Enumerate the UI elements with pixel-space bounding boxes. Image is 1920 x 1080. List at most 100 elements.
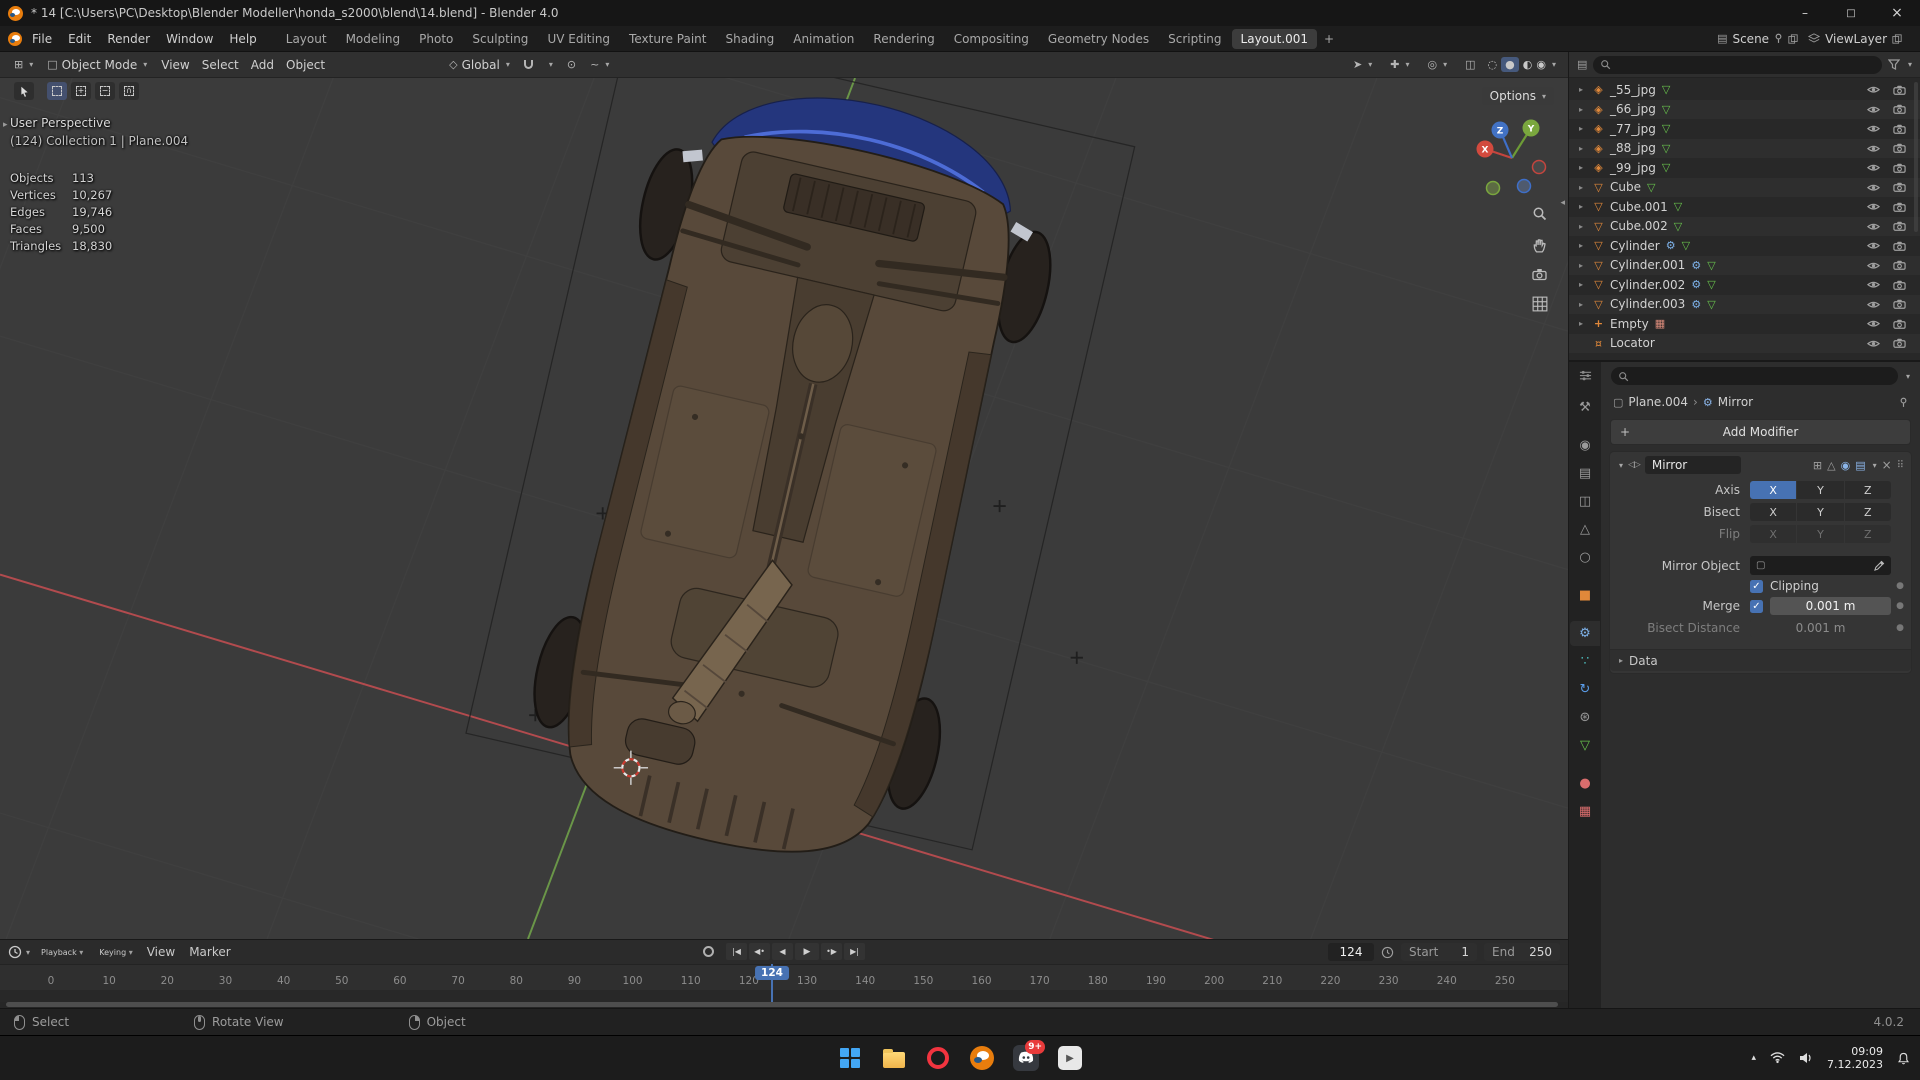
object-name[interactable]: Empty: [1610, 317, 1649, 331]
hide-in-viewport-eye-icon[interactable]: [1862, 85, 1884, 94]
bisect-y-button[interactable]: Y: [1797, 503, 1843, 521]
workspace-tab[interactable]: Geometry Nodes: [1039, 29, 1158, 49]
outliner-row[interactable]: _66_jpg: [1569, 100, 1920, 120]
menu-item[interactable]: Render: [99, 29, 158, 49]
pin-icon[interactable]: [1774, 33, 1783, 44]
flip-x-button[interactable]: X: [1750, 525, 1796, 543]
merge-threshold-field[interactable]: 0.001 m: [1770, 597, 1891, 615]
shading-solid-button[interactable]: ●: [1501, 57, 1519, 72]
overlays-dropdown[interactable]: ◎▾: [1422, 56, 1454, 73]
timeline-menu-item[interactable]: Marker: [182, 943, 237, 961]
properties-tab[interactable]: [1570, 649, 1600, 674]
timeline-menu-item[interactable]: Playback: [34, 946, 90, 959]
options-dropdown[interactable]: Options▾: [1482, 87, 1554, 105]
select-mode-new-button[interactable]: [47, 82, 67, 100]
timeline-editor-icon[interactable]: [8, 945, 22, 959]
sidebar-expand-arrow[interactable]: ◂: [1560, 198, 1565, 208]
disable-in-render-camera-icon[interactable]: [1888, 85, 1910, 95]
outliner-row[interactable]: _99_jpg: [1569, 158, 1920, 178]
xray-toggle[interactable]: ◫: [1459, 56, 1481, 73]
object-name[interactable]: _77_jpg: [1610, 122, 1656, 136]
hide-in-viewport-eye-icon[interactable]: [1862, 144, 1884, 153]
properties-tab[interactable]: [1570, 621, 1600, 646]
close-button[interactable]: ×: [1874, 0, 1920, 26]
bisect-distance-field[interactable]: 0.001 m: [1750, 619, 1891, 637]
timeline-track[interactable]: [0, 990, 1568, 1002]
properties-tab[interactable]: [1570, 517, 1600, 542]
modifier-name-field[interactable]: Mirror: [1645, 456, 1741, 474]
blender-app-button[interactable]: [968, 1044, 996, 1072]
new-scene-icon[interactable]: [1788, 34, 1798, 44]
hide-in-viewport-eye-icon[interactable]: [1862, 183, 1884, 192]
object-name[interactable]: Cylinder.001: [1610, 258, 1685, 272]
outliner-scrollbar[interactable]: [1914, 82, 1918, 232]
expand-arrow-icon[interactable]: [1575, 202, 1587, 211]
toolbar-expand-arrow[interactable]: ▸: [3, 120, 8, 130]
play-reverse-button[interactable]: ◀: [772, 943, 793, 960]
disable-in-render-camera-icon[interactable]: [1888, 143, 1910, 153]
disable-in-render-camera-icon[interactable]: [1888, 104, 1910, 114]
properties-tab[interactable]: [1570, 799, 1600, 824]
outliner-filter-dropdown[interactable]: ▾: [1908, 60, 1912, 69]
gizmos-dropdown[interactable]: ✚▾: [1384, 56, 1415, 73]
object-name[interactable]: _99_jpg: [1610, 161, 1656, 175]
breadcrumb-object[interactable]: Plane.004: [1628, 395, 1688, 409]
expand-arrow-icon[interactable]: [1575, 105, 1587, 114]
tweak-tool-button[interactable]: [14, 82, 34, 100]
hide-in-viewport-eye-icon[interactable]: [1862, 163, 1884, 172]
car-model[interactable]: [455, 78, 1135, 899]
properties-tab[interactable]: [1570, 545, 1600, 570]
disable-in-render-camera-icon[interactable]: [1888, 280, 1910, 290]
animate-dot[interactable]: ●: [1896, 623, 1904, 633]
proportional-editing-toggle[interactable]: ⊙: [561, 56, 582, 73]
object-name[interactable]: _66_jpg: [1610, 102, 1656, 116]
timeline-editor-dropdown[interactable]: ▾: [26, 948, 30, 957]
notifications-bell-icon[interactable]: [1897, 1052, 1910, 1065]
properties-tab[interactable]: [1570, 461, 1600, 486]
animate-dot[interactable]: ●: [1896, 601, 1904, 611]
bisect-z-button[interactable]: Z: [1845, 503, 1891, 521]
file-explorer-button[interactable]: [880, 1044, 908, 1072]
drag-handle-icon[interactable]: ⠿: [1897, 460, 1904, 471]
add-modifier-button[interactable]: + Add Modifier: [1611, 420, 1910, 444]
outliner-row[interactable]: _88_jpg: [1569, 139, 1920, 159]
axis-y-button[interactable]: Y: [1797, 481, 1843, 499]
timeline-menu-item[interactable]: Keying: [92, 946, 139, 959]
jump-to-start-button[interactable]: |◀: [726, 943, 747, 960]
hide-in-viewport-eye-icon[interactable]: [1862, 124, 1884, 133]
viewlayer-selector[interactable]: ViewLayer: [1808, 32, 1902, 46]
workspace-tab[interactable]: Shading: [716, 29, 783, 49]
workspace-tab[interactable]: Layout.001: [1232, 29, 1318, 49]
object-name[interactable]: Cylinder.003: [1610, 297, 1685, 311]
hide-in-viewport-eye-icon[interactable]: [1862, 222, 1884, 231]
properties-tab[interactable]: [1570, 433, 1600, 458]
object-name[interactable]: Cylinder.002: [1610, 278, 1685, 292]
outliner-row[interactable]: Cube.002: [1569, 217, 1920, 237]
new-viewlayer-icon[interactable]: [1892, 34, 1902, 44]
outliner-search-input[interactable]: [1593, 56, 1882, 74]
transform-orientation-dropdown[interactable]: ◇Global▾: [443, 56, 516, 74]
bisect-x-button[interactable]: X: [1750, 503, 1796, 521]
outliner-row[interactable]: Cube: [1569, 178, 1920, 198]
outliner-row[interactable]: Cylinder: [1569, 236, 1920, 256]
clock[interactable]: 09:09 7.12.2023: [1827, 1045, 1883, 1072]
disable-in-render-camera-icon[interactable]: [1888, 338, 1910, 348]
properties-editor-icon[interactable]: [1579, 370, 1592, 381]
object-name[interactable]: Locator: [1610, 336, 1655, 350]
editor-type-dropdown[interactable]: ⊞▾: [8, 56, 39, 73]
properties-search-input[interactable]: [1611, 367, 1898, 385]
disable-in-render-camera-icon[interactable]: [1888, 260, 1910, 270]
outliner-row[interactable]: Cylinder.003: [1569, 295, 1920, 315]
expand-arrow-icon[interactable]: [1575, 163, 1587, 172]
mirror-object-field[interactable]: ▢: [1750, 556, 1891, 575]
hide-in-viewport-eye-icon[interactable]: [1862, 339, 1884, 348]
render-toggle[interactable]: ▤: [1855, 459, 1865, 472]
object-name[interactable]: _88_jpg: [1610, 141, 1656, 155]
outliner-row[interactable]: Cube.001: [1569, 197, 1920, 217]
snap-toggle[interactable]: [518, 58, 539, 71]
disable-in-render-camera-icon[interactable]: [1888, 182, 1910, 192]
select-mode-subtract-button[interactable]: −: [95, 82, 115, 100]
properties-tab[interactable]: [1570, 771, 1600, 796]
viewport-menu-item[interactable]: Select: [196, 56, 245, 74]
workspace-tab[interactable]: Rendering: [864, 29, 943, 49]
